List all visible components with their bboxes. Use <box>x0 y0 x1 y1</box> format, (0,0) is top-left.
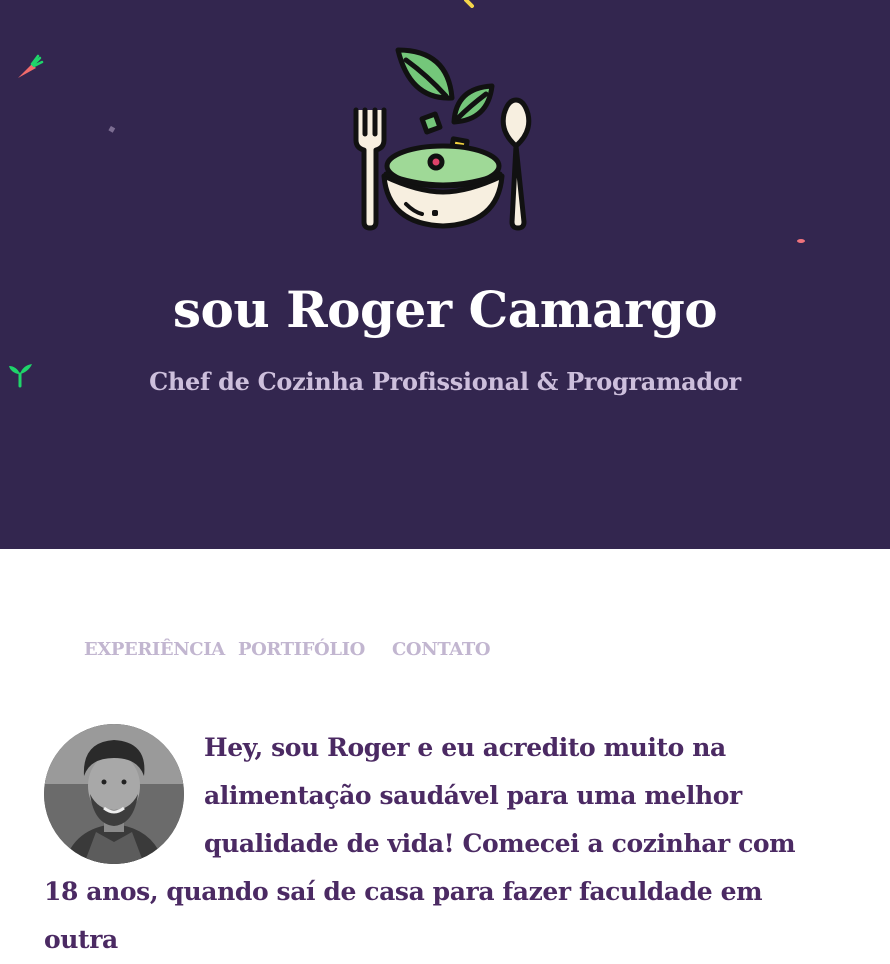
hero-banner: sou Roger Camargo Chef de Cozinha Profis… <box>0 0 890 549</box>
avatar-photo <box>44 724 184 864</box>
nav-portifolio[interactable]: PORTIFÓLIO <box>238 636 365 664</box>
hero-title: sou Roger Camargo <box>172 280 718 339</box>
confetti-pink-icon <box>797 239 805 243</box>
confetti-dot-icon <box>108 126 116 133</box>
hero-subtitle: Chef de Cozinha Profissional & Programad… <box>149 367 741 396</box>
avatar <box>44 724 184 864</box>
nav-experiencia[interactable]: EXPERIÊNCIA <box>84 636 225 664</box>
nav-contato[interactable]: CONTATO <box>392 636 491 664</box>
confetti-yellow-icon <box>464 0 474 8</box>
carrot-icon <box>18 54 44 78</box>
salad-bowl-icon <box>353 47 532 231</box>
main-nav: EXPERIÊNCIA PORTIFÓLIO CONTATO <box>0 636 890 664</box>
